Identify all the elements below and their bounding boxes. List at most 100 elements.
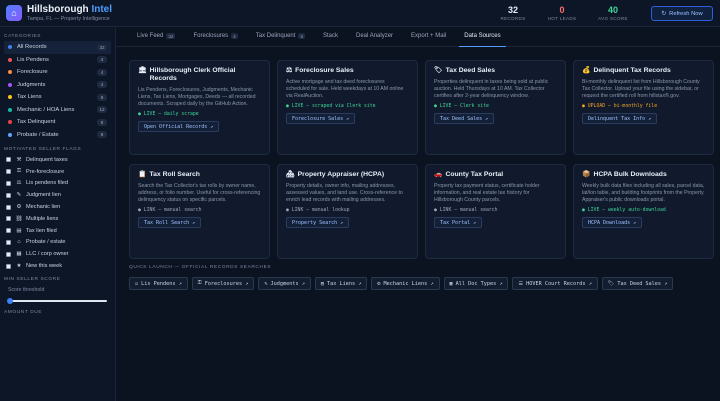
sidebar-item-label: Probate / Estate [17,131,59,138]
card-action-link[interactable]: Tax Deed Sales ↗ [434,113,495,124]
card-source-icon: 🚗 [434,171,443,178]
card-action-link[interactable]: HCPA Downloads ↗ [582,217,643,228]
card-description: Property tax payment status, certificate… [434,183,540,203]
sidebar-item-probate-estate[interactable]: Probate / Estate 8 [4,129,111,142]
quick-launch-all-doc-types[interactable]: ▦ All Doc Types ↗ [443,277,509,290]
flag-label: Probate / estate [26,239,66,246]
card-description: Active mortgage and tax deed foreclosure… [286,79,404,99]
sidebar-item-label: All Records [17,44,47,51]
quick-launch-icon: ▤ [320,280,325,287]
tab-tax-delinquent[interactable]: Tax Delinquent 8 [247,26,314,46]
card-title: 📦 HCPA Bulk Downloads [582,171,705,179]
tab-export-mail[interactable]: Export + Mail [402,26,455,46]
card-description: Search the Tax Collector's tax rolls by … [138,183,261,203]
sidebar-item-label: Mechanic / HOA Liens [17,106,75,113]
flag-label: Lis pendens filed [26,180,68,187]
flag-icon: ⛓ [15,215,23,222]
app-subtitle: Tampa, FL — Property Intelligence [27,16,110,22]
quick-launch-label: Tax Liens ↗ [327,280,362,287]
sidebar-item-tax-delinquent[interactable]: Tax Delinquent 8 [4,116,111,129]
card-title: 🚗 County Tax Portal [434,171,557,179]
score-threshold-slider[interactable] [7,297,107,304]
quick-launch-tax-deed-sales[interactable]: 🏷 Tax Deed Sales ↗ [601,277,674,290]
flag-checkbox[interactable] [6,157,11,163]
source-card-tax-deed-sales: 🏷 Tax Deed Sales Properties delinquent in … [425,60,566,155]
flag-mechanic-lien[interactable]: ⚙ Mechanic lien [0,201,115,213]
category-dot-icon [8,132,12,137]
quick-launch-judgments[interactable]: ✎ Judgments ↗ [258,277,311,290]
tab-deal-analyzer[interactable]: Deal Analyzer [347,26,402,46]
tab-live-feed[interactable]: Live Feed 32 [128,26,184,46]
slider-knob[interactable] [7,297,13,304]
flag-checkbox[interactable] [6,263,11,269]
flag-checkbox[interactable] [6,204,11,210]
amount-due-title: AMOUNT DUE [4,310,43,316]
refresh-button[interactable]: ↻ Refresh Now [651,6,713,21]
tab-count-badge: 8 [298,33,305,39]
card-description: Property details, owner info, mailing ad… [286,183,403,203]
card-action-link[interactable]: Tax Roll Search ↗ [138,217,202,228]
quick-launch-icon: ▦ [449,280,453,287]
tab-label: Stack [323,33,339,39]
app-header: ⌂ Hillsborough Intel Tampa, FL — Propert… [0,0,720,27]
flag-delinquent-taxes[interactable]: ⚒ Delinquent taxes [0,154,115,166]
flag-checkbox[interactable] [6,251,11,257]
flag-checkbox[interactable] [6,216,11,222]
card-source-icon: 🏘 [286,171,295,178]
app-title-main: Hillsborough [27,4,89,15]
flag-checkbox[interactable] [6,192,11,198]
sidebar-item-all-records[interactable]: All Records 32 [4,41,111,54]
flag-checkbox[interactable] [6,169,11,175]
sidebar-item-label: Tax Liens [17,94,42,101]
tab-label: Deal Analyzer [356,33,394,39]
flag-checkbox[interactable] [6,239,11,245]
category-count-badge: 4 [97,68,107,76]
card-source-icon: 📦 [582,171,591,178]
card-action-link[interactable]: Foreclosure Sales ↗ [286,113,356,124]
quick-launch-label: Tax Deed Sales ↗ [617,280,668,287]
stat-records-label: RECORDS [500,16,526,21]
quick-launch-lis-pendens[interactable]: ⚖ Lis Pendens ↗ [129,277,188,290]
flag-lis-pendens-filed[interactable]: ⚖ Lis pendens filed [0,178,115,190]
card-action-link[interactable]: Tax Portal ↗ [434,217,483,228]
flag-multiple-liens[interactable]: ⛓ Multiple liens [0,213,115,225]
tab-data-sources[interactable]: Data Sources [455,26,509,47]
sidebar-item-mechanic-hoa-liens[interactable]: Mechanic / HOA Liens 12 [4,104,111,117]
quick-launch-label: All Doc Types ↗ [455,280,503,287]
tab-foreclosures[interactable]: Foreclosures 4 [184,26,246,46]
card-action-link[interactable]: Delinquent Tax Info ↗ [582,113,658,124]
flag-tax-lien-filed[interactable]: ▤ Tax lien filed [0,225,115,237]
source-card-hcpa-bulk-downloads: 📦 HCPA Bulk Downloads Weekly bulk data fil… [573,164,714,259]
card-source-icon: 📋 [138,171,147,178]
sidebar-item-foreclosure[interactable]: Foreclosure 4 [4,66,111,79]
sidebar-item-judgments[interactable]: Judgments 4 [4,79,111,92]
card-description: Weekly bulk data files including all sal… [582,183,705,203]
flag-checkbox[interactable] [6,228,11,234]
tab-label: Tax Delinquent [255,33,296,39]
flag-icon: ⌂ [17,239,21,246]
card-action-link[interactable]: Property Search ↗ [286,217,350,228]
card-title: 🏘 Property Appraiser (HCPA) [286,171,409,179]
category-dot-icon [8,57,12,62]
tab-stack[interactable]: Stack [314,26,347,46]
slider-track [8,299,107,302]
flag-new-this-week[interactable]: ★ New this week [0,260,115,272]
card-source-icon: 💰 [582,67,591,74]
flag-probate-estate[interactable]: ⌂ Probate / estate [0,237,115,249]
flag-llc-corp-owner[interactable]: ▦ LLC / corp owner [0,248,115,260]
sidebar-item-tax-liens[interactable]: Tax Liens 8 [4,91,111,104]
card-status: ● LINK — manual lookup [286,208,350,213]
quick-launch-label: Foreclosures ↗ [204,280,249,287]
quick-launch-foreclosures[interactable]: ⚿ Foreclosures ↗ [191,277,255,290]
quick-launch-tax-liens[interactable]: ▤ Tax Liens ↗ [314,277,368,290]
quick-launch-hover-court-records[interactable]: ☰ HOVER Court Records ↗ [512,277,598,290]
sidebar-item-lis-pendens[interactable]: Lis Pendens 4 [4,54,111,67]
quick-launch-mechanic-liens[interactable]: ⚙ Mechanic Liens ↗ [371,277,440,290]
flag-judgment-lien[interactable]: ✎ Judgment lien [0,189,115,201]
flag-label: Tax lien filed [26,227,57,234]
quick-launch-label: Mechanic Liens ↗ [383,280,434,287]
card-action-link[interactable]: Open Official Records ↗ [138,121,220,132]
flag-checkbox[interactable] [6,180,11,186]
flag-pre-foreclosure[interactable]: ⚿ Pre-foreclosure [0,166,115,178]
flag-icon: ⚖ [16,180,22,187]
